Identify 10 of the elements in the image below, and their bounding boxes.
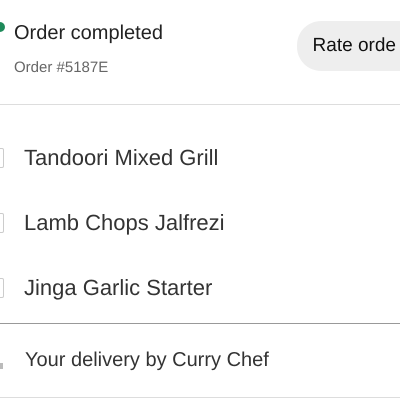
item-name: Tandoori Mixed Grill: [24, 144, 218, 170]
rate-order-button[interactable]: Rate orde: [296, 21, 400, 71]
item-name: Lamb Chops Jalfrezi: [24, 210, 225, 236]
quantity-box: [0, 278, 4, 298]
quantity-box: [0, 148, 4, 168]
order-status: Order completed: [14, 22, 164, 45]
order-number: Order #5187E: [14, 59, 110, 76]
delivery-text: Your delivery by Curry Chef: [25, 349, 269, 372]
item-name: Jinga Garlic Starter: [24, 274, 212, 300]
quantity-box: [0, 212, 4, 232]
